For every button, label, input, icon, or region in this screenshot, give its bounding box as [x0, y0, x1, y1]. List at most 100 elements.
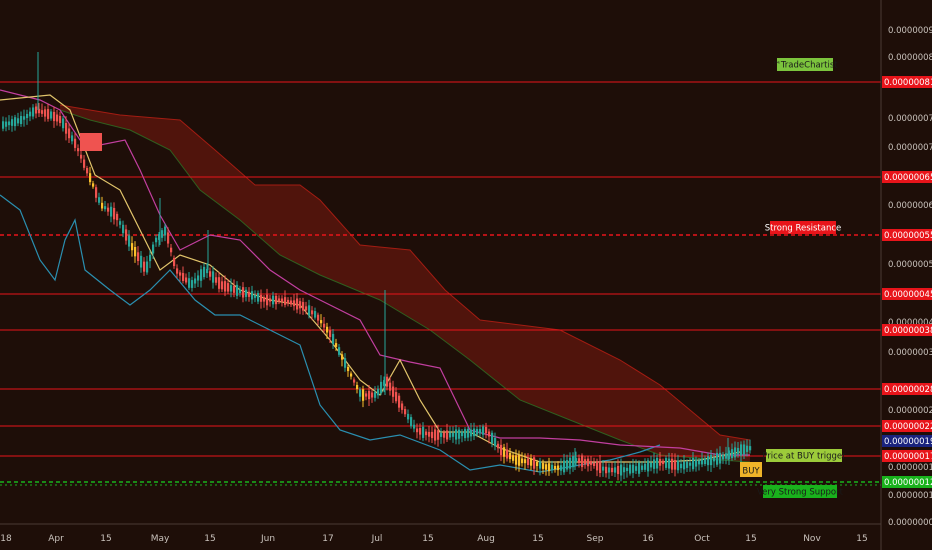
candle-body	[155, 237, 158, 243]
candle-body	[263, 297, 266, 302]
candle-body	[431, 431, 434, 439]
candle-body	[179, 272, 182, 276]
candle-body	[659, 458, 662, 466]
candle-body	[77, 148, 80, 152]
candle-body	[473, 428, 476, 437]
candle-body	[647, 460, 650, 472]
candle-body	[440, 433, 443, 437]
candle-body	[437, 430, 440, 440]
x-tick-label: Jul	[371, 534, 383, 544]
candle-body	[605, 466, 608, 474]
candle-body	[35, 106, 38, 114]
candle-body	[644, 463, 647, 470]
x-tick-label: 17	[322, 534, 333, 544]
candle-body	[425, 431, 428, 436]
candle-body	[245, 289, 248, 297]
y-tick-label: 0.00000015	[888, 463, 932, 473]
candle-body	[641, 465, 644, 470]
candle-body	[710, 454, 713, 466]
candle-body	[185, 277, 188, 283]
candle-body	[92, 183, 95, 187]
x-tick-label: Sep	[587, 534, 604, 544]
candle-body	[509, 452, 512, 460]
candle-body	[17, 118, 20, 124]
candle-body	[335, 343, 338, 347]
candle-body	[638, 462, 641, 474]
candle-body	[197, 275, 200, 281]
candle-body	[287, 299, 290, 304]
candle-body	[8, 121, 11, 126]
price-level-value: 0.00000065	[884, 173, 932, 183]
price-chart[interactable]: ™TradeChartist Strong Resistance Price at …	[0, 0, 932, 550]
x-tick-label: 15	[422, 534, 433, 544]
candle-body	[29, 111, 32, 117]
candle-body	[389, 382, 392, 391]
candle-body	[119, 221, 122, 225]
candle-body	[113, 207, 116, 220]
candle-body	[233, 285, 236, 293]
candle-body	[209, 271, 212, 277]
candle-body	[602, 466, 605, 471]
candle-body	[692, 458, 695, 470]
candle-body	[164, 226, 167, 236]
candle-body	[122, 224, 125, 234]
candle-body	[59, 115, 62, 124]
candle-body	[479, 428, 482, 434]
candle-body	[596, 461, 599, 471]
candle-body	[392, 386, 395, 397]
candle-body	[404, 409, 407, 415]
candle-body	[512, 455, 515, 461]
candle-body	[443, 432, 446, 438]
candle-body	[401, 403, 404, 410]
candle-body	[182, 273, 185, 281]
candle-body	[566, 460, 569, 470]
candle-body	[686, 461, 689, 468]
x-tick-label: Apr	[48, 534, 64, 544]
candle-body	[356, 384, 359, 390]
candle-body	[83, 159, 86, 168]
candle-body	[242, 287, 245, 298]
candle-body	[578, 458, 581, 463]
candle-body	[563, 460, 566, 473]
candle-body	[239, 289, 242, 294]
candle-body	[149, 254, 152, 262]
candle-body	[617, 465, 620, 475]
candle-body	[449, 432, 452, 438]
candle-body	[215, 277, 218, 283]
candle-body	[227, 283, 230, 292]
candle-body	[170, 247, 173, 253]
candle-body	[701, 459, 704, 465]
candle-body	[200, 269, 203, 281]
candle-body	[548, 463, 551, 472]
candle-body	[11, 119, 14, 126]
candle-body	[203, 266, 206, 278]
candle-body	[614, 467, 617, 473]
candle-body	[434, 429, 437, 441]
candle-body	[749, 446, 752, 451]
candle-body	[320, 320, 323, 324]
candle-body	[695, 459, 698, 467]
x-tick-label: 15	[745, 534, 756, 544]
candle-body	[587, 458, 590, 467]
candle-body	[542, 463, 545, 469]
candle-body	[266, 294, 269, 306]
candle-body	[500, 444, 503, 456]
x-tick-label: 15	[532, 534, 543, 544]
sell-marker	[80, 133, 102, 151]
candle-body	[236, 284, 239, 296]
candle-body	[212, 271, 215, 283]
candle-body	[125, 229, 128, 241]
price-level-value: 0.00000017	[884, 452, 932, 462]
candle-body	[302, 302, 305, 311]
candle-body	[581, 455, 584, 468]
y-tick-label: 0.00000010	[888, 491, 932, 501]
y-tick-label: 0.00000050	[888, 260, 932, 270]
candle-body	[569, 457, 572, 469]
annotation-label: BUY	[742, 467, 760, 477]
price-level-value: 0.00000012	[884, 478, 932, 488]
candle-body	[494, 437, 497, 447]
candle-body	[593, 462, 596, 467]
x-tick-label: Jun	[260, 534, 275, 544]
candle-body	[167, 232, 170, 244]
annotation-label: Strong Resistance	[765, 224, 842, 234]
